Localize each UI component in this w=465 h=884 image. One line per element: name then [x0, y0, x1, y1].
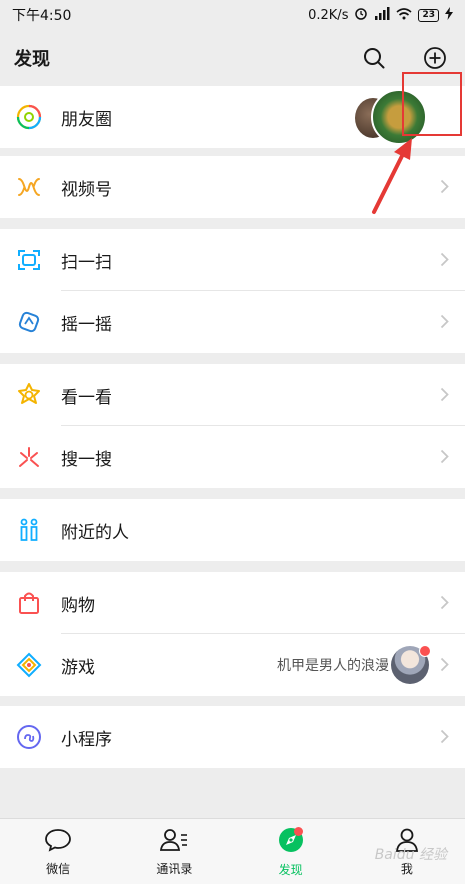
menu-item-mini-programs[interactable]: 小程序 — [0, 706, 465, 768]
chevron-right-icon — [440, 387, 449, 406]
menu-item-label: 附近的人 — [61, 522, 129, 543]
menu-item-label: 看一看 — [61, 387, 112, 408]
menu-item-label: 摇一摇 — [61, 314, 112, 335]
annotation-arrow-icon — [372, 138, 412, 214]
section-shopping-games: 购物 游戏 机甲是男人的浪漫 — [0, 572, 465, 696]
section-mini-programs: 小程序 — [0, 706, 465, 768]
tab-label: 微信 — [46, 861, 71, 876]
chevron-right-icon — [440, 314, 449, 333]
chevron-right-icon — [440, 449, 449, 468]
section-stories-search: 看一看 搜一搜 — [0, 364, 465, 488]
search-icon[interactable] — [363, 47, 385, 69]
games-icon — [16, 652, 42, 678]
wifi-icon — [396, 7, 412, 24]
status-bar: 下午4:50 0.2K/s 23 — [0, 0, 465, 30]
search-feature-icon — [16, 444, 42, 470]
scan-icon — [16, 247, 42, 273]
tab-chats[interactable]: 微信 — [0, 819, 116, 884]
menu-item-label: 购物 — [61, 595, 95, 616]
menu-item-games[interactable]: 游戏 机甲是男人的浪漫 — [0, 634, 465, 696]
alarm-icon — [354, 6, 368, 24]
contacts-icon — [159, 827, 189, 857]
menu-item-label: 视频号 — [61, 179, 112, 200]
notification-dot — [293, 827, 303, 836]
nav-actions — [363, 46, 451, 70]
menu-item-shopping[interactable]: 购物 — [0, 572, 465, 634]
chevron-right-icon — [440, 595, 449, 614]
menu-item-label: 朋友圈 — [61, 109, 112, 130]
menu-item-shake[interactable]: 摇一摇 — [0, 291, 465, 353]
menu-item-scan[interactable]: 扫一扫 — [0, 229, 465, 291]
charging-icon — [445, 6, 453, 24]
menu-item-label: 搜一搜 — [61, 449, 112, 470]
menu-item-label: 扫一扫 — [61, 252, 112, 273]
top-stories-icon — [16, 382, 42, 408]
navigation-bar: 发现 — [0, 30, 465, 86]
moments-icon — [16, 104, 42, 130]
chevron-right-icon — [440, 179, 449, 198]
network-speed: 0.2K/s — [308, 7, 349, 23]
tab-discover[interactable]: 发现 — [233, 819, 349, 884]
plus-circle-icon[interactable] — [423, 46, 447, 70]
page-title: 发现 — [14, 49, 50, 70]
games-subtitle: 机甲是男人的浪漫 — [277, 658, 389, 674]
menu-item-label: 游戏 — [61, 657, 95, 678]
tab-label: 通讯录 — [156, 861, 193, 876]
chat-icon — [44, 827, 72, 857]
chevron-right-icon — [440, 252, 449, 271]
tab-label: 发现 — [278, 862, 303, 877]
channels-icon — [16, 174, 42, 200]
notification-dot — [419, 645, 431, 657]
chevron-right-icon — [440, 657, 449, 676]
chevron-right-icon — [440, 729, 449, 748]
menu-item-search[interactable]: 搜一搜 — [0, 426, 465, 488]
shake-icon — [16, 309, 42, 335]
watermark: Baidu 经验 — [374, 847, 447, 863]
status-indicators: 0.2K/s 23 — [308, 6, 453, 24]
signal-icon — [374, 6, 390, 24]
section-scan-shake: 扫一扫 摇一摇 — [0, 229, 465, 353]
menu-item-nearby[interactable]: 附近的人 — [0, 499, 465, 561]
menu-item-label: 小程序 — [61, 729, 112, 750]
status-time: 下午4:50 — [12, 8, 72, 24]
tab-contacts[interactable]: 通讯录 — [116, 819, 232, 884]
nearby-icon — [16, 517, 42, 543]
menu-item-top-stories[interactable]: 看一看 — [0, 364, 465, 426]
mini-programs-icon — [16, 724, 42, 750]
battery-icon: 23 — [418, 8, 439, 22]
section-nearby: 附近的人 — [0, 499, 465, 561]
annotation-highlight-box — [402, 72, 462, 136]
shopping-icon — [16, 590, 42, 616]
